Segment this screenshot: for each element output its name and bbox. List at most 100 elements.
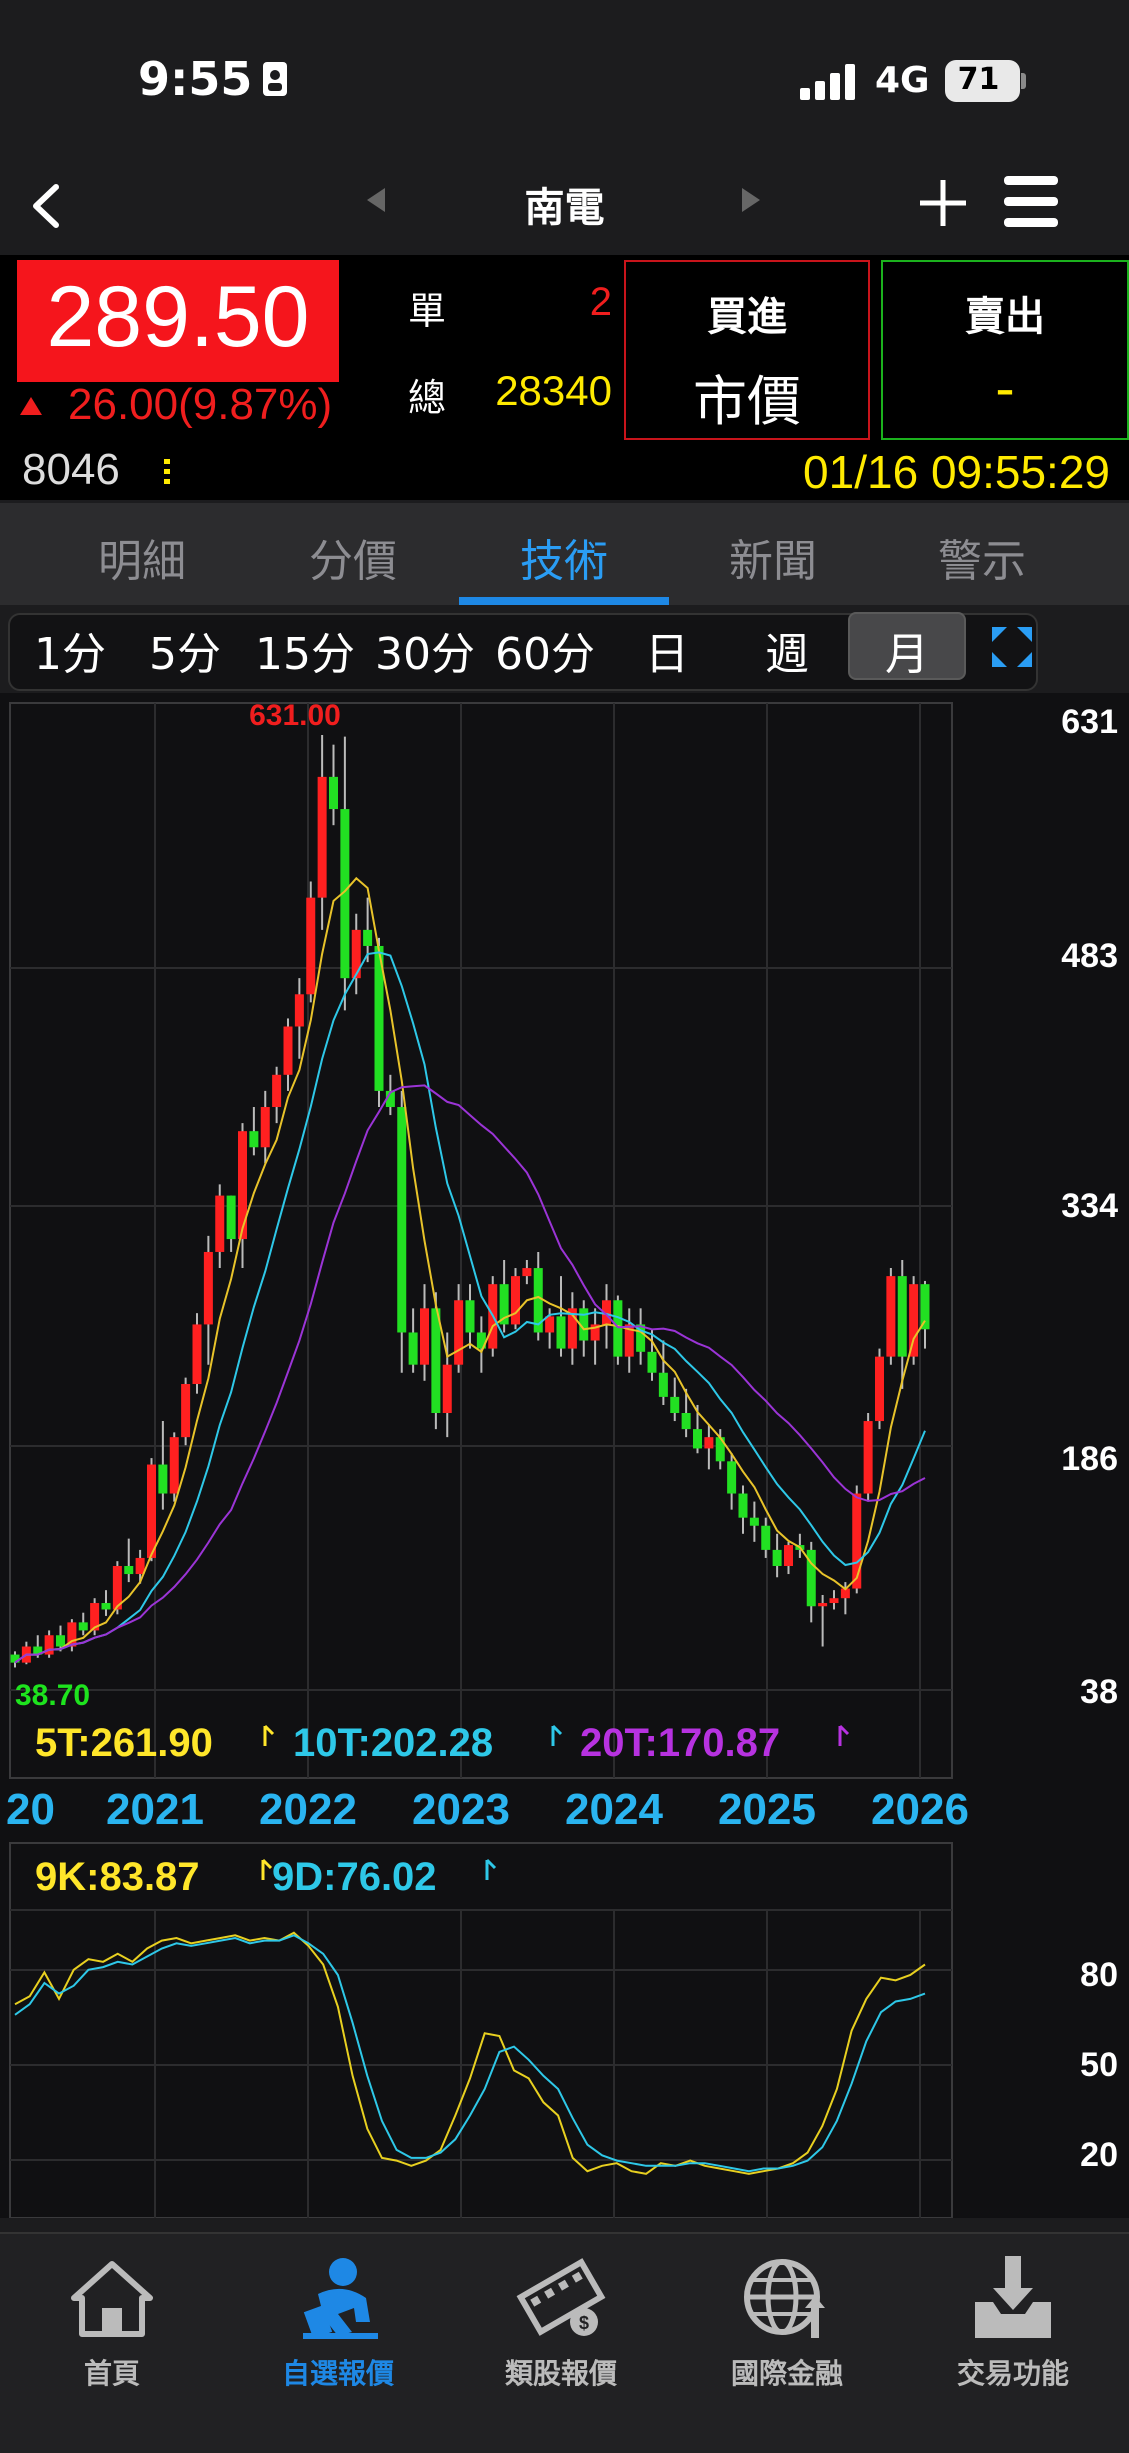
nav-sector[interactable]: $ 類股報價 (471, 2252, 651, 2390)
candle-down (613, 1300, 623, 1357)
ma5-arrow-icon (263, 1724, 275, 1746)
candle-up (306, 897, 316, 995)
candle-down (693, 1429, 702, 1449)
candle-up (192, 1324, 202, 1385)
candle-up (215, 1195, 225, 1252)
nav-home[interactable]: 首頁 (22, 2252, 202, 2390)
period-day[interactable]: 日 (617, 618, 717, 682)
ma5-label: 5T:261.90 (35, 1721, 213, 1765)
status-time: 9:55 (138, 52, 253, 106)
candle-down (158, 1464, 168, 1494)
tab-technical[interactable]: 技術 (504, 525, 624, 589)
candle-up (169, 1437, 179, 1494)
up-arrow-icon (20, 397, 42, 415)
x-tick: 2023 (412, 1785, 510, 1834)
candle-down (681, 1413, 691, 1430)
candle-down (56, 1635, 65, 1647)
next-stock-icon[interactable] (740, 188, 760, 212)
candle-down (897, 1276, 907, 1357)
ma20-arrow-icon (838, 1724, 850, 1746)
candle-down (226, 1195, 236, 1240)
low-annotation: 38.70 (15, 1679, 90, 1712)
price-box: 289.50 (17, 260, 339, 382)
y-tick: 186 (1061, 1440, 1118, 1478)
ma20-line (14, 1084, 926, 1664)
candle-up (294, 994, 304, 1027)
period-15min[interactable]: 15分 (250, 618, 360, 682)
sell-label: 賣出 (965, 294, 1045, 340)
kd-y-tick: 80 (1080, 1956, 1118, 1994)
candle-down (920, 1284, 930, 1330)
x-tick: 20 (6, 1785, 55, 1834)
quote-panel: 289.50 26.00(9.87%) 8046 單 2 總 28340 買進 … (0, 255, 1129, 500)
candle-up (454, 1300, 464, 1365)
period-30min[interactable]: 30分 (370, 618, 480, 682)
candle-down (124, 1565, 134, 1575)
candle-up (420, 1308, 429, 1365)
candle-up (909, 1284, 919, 1357)
single-volume-label: 單 (408, 289, 447, 333)
candle-down (249, 1131, 259, 1148)
candle-up (442, 1364, 452, 1414)
fullscreen-icon[interactable] (992, 627, 1032, 667)
buy-button[interactable]: 買進 市價 (624, 260, 870, 440)
add-icon[interactable] (918, 178, 968, 228)
nav-sector-label: 類股報價 (504, 2357, 617, 2390)
candle-up (351, 929, 361, 979)
nav-watchlist[interactable]: 自選報價 (248, 2252, 428, 2390)
candle-down (363, 929, 373, 946)
k-line (14, 1931, 926, 2175)
candle-up (203, 1251, 213, 1325)
nav-global-label: 國際金融 (730, 2357, 843, 2390)
period-1min[interactable]: 1分 (20, 618, 120, 682)
ma10-arrow-icon (551, 1724, 563, 1746)
candle-down (772, 1549, 782, 1566)
menu-icon[interactable] (1004, 176, 1058, 228)
chart-area[interactable]: 631.00 38.70 631 483 334 186 38 5T:261.9… (0, 693, 1129, 2219)
tab-alerts[interactable]: 警示 (922, 525, 1042, 589)
candle-down (727, 1461, 737, 1494)
candle-up (886, 1276, 896, 1357)
candle-up (852, 1493, 862, 1589)
candle-up (829, 1598, 839, 1604)
tab-news[interactable]: 新聞 (713, 525, 833, 589)
nav-home-label: 首頁 (83, 2357, 140, 2390)
kd-y-tick: 50 (1080, 2046, 1118, 2084)
x-tick: 2021 (106, 1785, 204, 1834)
period-5min[interactable]: 5分 (135, 618, 235, 682)
y-tick: 334 (1061, 1187, 1118, 1225)
period-month[interactable]: 月 (857, 618, 957, 682)
kd-y-tick: 20 (1080, 2136, 1118, 2174)
total-volume-value: 28340 (495, 367, 612, 414)
svg-text:$: $ (579, 2313, 589, 2333)
nav-trading[interactable]: 交易功能 (923, 2252, 1103, 2390)
price-change: 26.00(9.87%) (68, 380, 333, 429)
ma20-label: 20T:170.87 (580, 1721, 780, 1765)
candle-down (556, 1316, 566, 1349)
candle-up (875, 1356, 884, 1422)
y-tick: 631 (1061, 703, 1118, 741)
buy-label: 買進 (707, 294, 787, 340)
home-icon (71, 2261, 153, 2337)
period-week[interactable]: 週 (737, 618, 837, 682)
quote-datetime: 01/16 09:55:29 (803, 446, 1110, 498)
x-tick: 2026 (871, 1785, 969, 1834)
period-60min[interactable]: 60分 (490, 618, 600, 682)
candle-up (260, 1107, 270, 1148)
battery-icon: 71 (945, 60, 1020, 102)
watchlist-person-icon (303, 2258, 378, 2339)
tab-detail[interactable]: 明細 (82, 525, 202, 589)
candle-down (670, 1396, 680, 1414)
nav-global[interactable]: 國際金融 (697, 2252, 877, 2390)
id-card-icon (263, 62, 287, 96)
sell-button[interactable]: 賣出 - (881, 260, 1129, 440)
more-vertical-icon[interactable] (160, 457, 174, 487)
k-label: 9K:83.87 (35, 1855, 200, 1899)
candle-up (522, 1268, 532, 1277)
battery-tip (1021, 73, 1026, 89)
total-volume-label: 總 (408, 376, 447, 420)
last-price: 289.50 (46, 269, 310, 365)
candle-down (738, 1493, 748, 1518)
tab-price-distribution[interactable]: 分價 (293, 525, 413, 589)
battery-level: 71 (957, 62, 1000, 97)
